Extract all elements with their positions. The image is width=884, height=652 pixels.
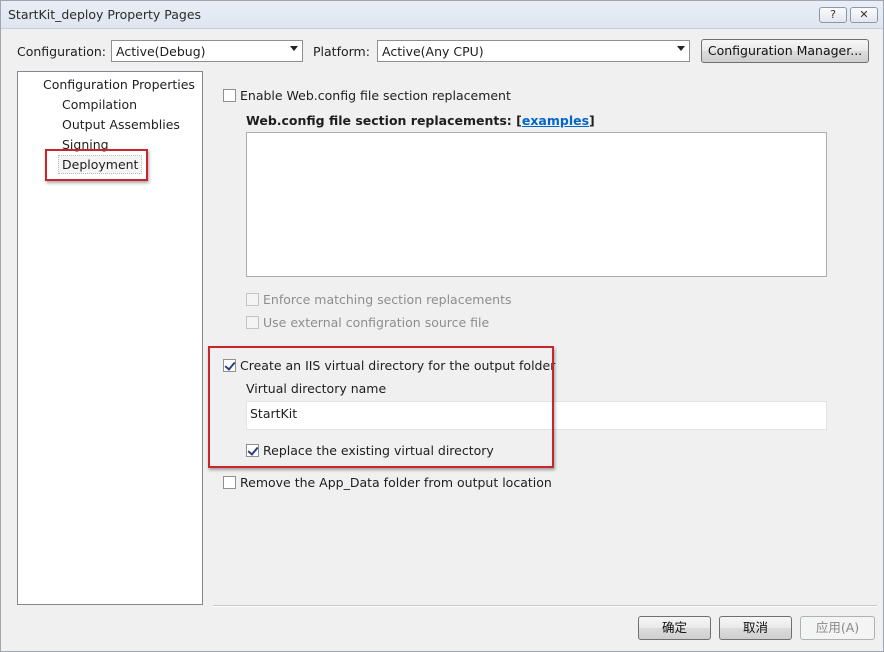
platform-label: Platform: [313, 44, 370, 59]
window-title: StartKit_deploy Property Pages [8, 7, 202, 22]
enforce-matching-label: Enforce matching section replacements [263, 292, 512, 307]
configuration-manager-button[interactable]: Configuration Manager... [701, 39, 869, 63]
configuration-value: Active(Debug) [116, 44, 206, 59]
footer-divider-highlight [213, 606, 877, 607]
tree-item-output-assemblies[interactable]: Output Assemblies [62, 117, 180, 132]
deployment-highlight-box [45, 149, 148, 181]
configuration-combo[interactable]: Active(Debug) [111, 40, 303, 62]
remove-appdata-label: Remove the App_Data folder from output l… [240, 475, 552, 490]
remove-appdata-row[interactable]: Remove the App_Data folder from output l… [223, 475, 552, 490]
enable-webconfig-label: Enable Web.config file section replaceme… [240, 88, 511, 103]
ok-button[interactable]: 确定 [638, 616, 711, 640]
replacements-close-bracket: ] [589, 113, 595, 128]
apply-button[interactable]: 应用(A) [800, 616, 875, 640]
chevron-down-icon [290, 46, 298, 51]
enforce-matching-row: Enforce matching section replacements [246, 292, 512, 307]
use-external-row: Use external configration source file [246, 315, 489, 330]
property-pages-window: StartKit_deploy Property Pages ? ✕ Confi… [0, 0, 884, 652]
examples-link[interactable]: examples [522, 113, 589, 128]
close-button[interactable]: ✕ [850, 7, 878, 23]
replacements-heading: Web.config file section replacements: [e… [246, 113, 595, 128]
platform-value: Active(Any CPU) [382, 44, 484, 59]
use-external-checkbox [246, 316, 259, 329]
chevron-down-icon [677, 46, 685, 51]
tree-root-configuration-properties[interactable]: Configuration Properties [43, 77, 195, 92]
cancel-button[interactable]: 取消 [719, 616, 792, 640]
title-bar[interactable]: StartKit_deploy Property Pages ? ✕ [1, 1, 883, 29]
tree-item-compilation[interactable]: Compilation [62, 97, 137, 112]
use-external-label: Use external configration source file [263, 315, 490, 330]
enable-webconfig-checkbox[interactable] [223, 89, 236, 102]
enforce-matching-checkbox [246, 293, 259, 306]
remove-appdata-checkbox[interactable] [223, 476, 236, 489]
replacements-label: Web.config file section replacements: [ [246, 113, 522, 128]
help-button[interactable]: ? [819, 7, 847, 23]
configuration-label: Configuration: [17, 44, 106, 59]
platform-combo[interactable]: Active(Any CPU) [377, 40, 690, 62]
enable-webconfig-row[interactable]: Enable Web.config file section replaceme… [223, 88, 511, 103]
replacements-textarea[interactable] [246, 132, 827, 277]
iis-highlight-box [208, 346, 554, 468]
